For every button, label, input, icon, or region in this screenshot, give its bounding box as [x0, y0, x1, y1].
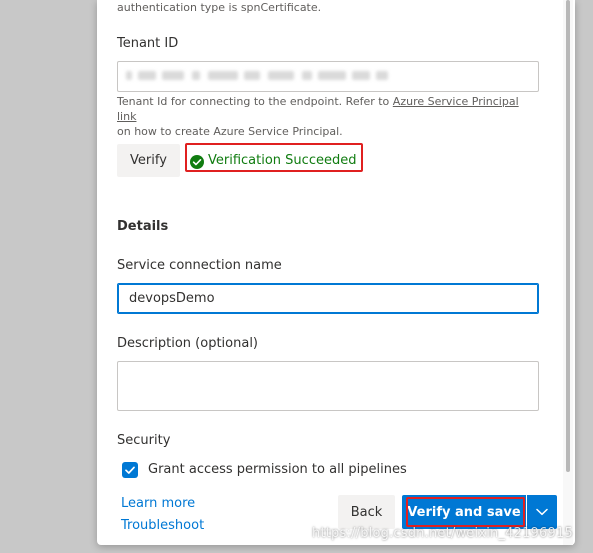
scrollbar-thumb[interactable]	[566, 0, 570, 472]
service-connection-name-input[interactable]: devopsDemo	[117, 283, 539, 314]
grant-access-checkbox[interactable]	[122, 462, 138, 478]
security-heading: Security	[117, 433, 171, 448]
verify-and-save-dropdown[interactable]	[527, 495, 557, 529]
verify-and-save-highlight-box	[406, 497, 525, 527]
tenant-help-prefix: Tenant Id for connecting to the endpoint…	[117, 95, 393, 108]
success-check-icon	[190, 154, 204, 169]
tenant-id-redacted-value	[126, 68, 396, 84]
troubleshoot-link[interactable]: Troubleshoot	[121, 518, 204, 533]
learn-more-link[interactable]: Learn more	[121, 496, 195, 511]
auth-type-note: authentication type is spnCertificate.	[117, 1, 322, 14]
details-heading: Details	[117, 219, 169, 234]
verification-status-text: Verification Succeeded	[208, 153, 357, 168]
watermark-text: https://blog.csdn.net/weixin_42196915	[312, 526, 573, 541]
verify-button[interactable]: Verify	[117, 144, 180, 177]
tenant-id-help: Tenant Id for connecting to the endpoint…	[117, 94, 537, 139]
checkmark-icon	[125, 466, 135, 474]
tenant-help-suffix: on how to create Azure Service Principal…	[117, 125, 343, 138]
description-label: Description (optional)	[117, 336, 259, 351]
grant-access-label[interactable]: Grant access permission to all pipelines	[148, 462, 407, 477]
service-connection-name-value: devopsDemo	[129, 291, 215, 306]
chevron-down-icon	[536, 508, 548, 516]
back-button[interactable]: Back	[338, 495, 395, 529]
service-connection-name-label: Service connection name	[117, 258, 282, 273]
tenant-id-label: Tenant ID	[117, 36, 179, 51]
description-textarea[interactable]	[117, 361, 539, 411]
